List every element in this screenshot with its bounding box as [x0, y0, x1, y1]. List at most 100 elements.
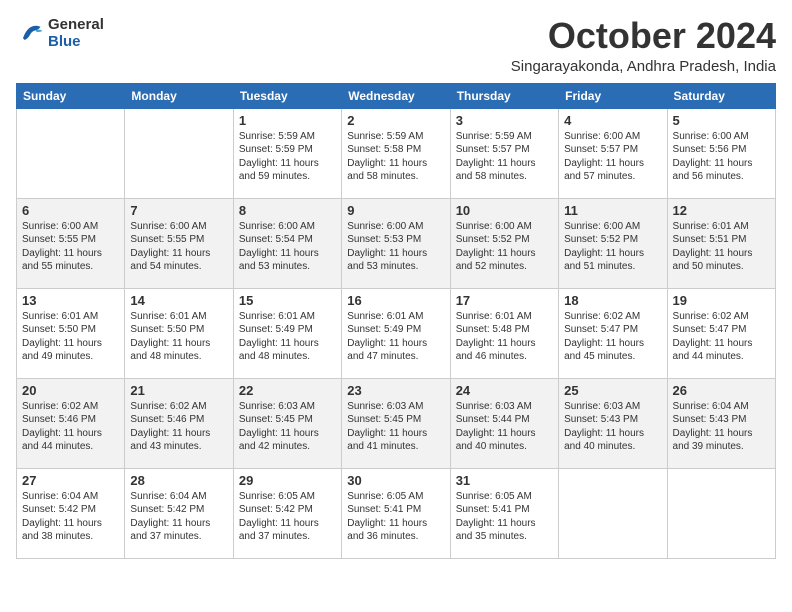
day-info: Sunrise: 6:05 AM Sunset: 5:41 PM Dayligh… — [347, 490, 444, 544]
day-number: 28 — [130, 473, 227, 488]
day-number: 18 — [564, 293, 661, 308]
calendar-table: SundayMondayTuesdayWednesdayThursdayFrid… — [16, 83, 776, 559]
calendar-cell: 29Sunrise: 6:05 AM Sunset: 5:42 PM Dayli… — [233, 468, 341, 558]
day-info: Sunrise: 6:00 AM Sunset: 5:54 PM Dayligh… — [239, 220, 336, 274]
logo-blue: Blue — [48, 33, 104, 50]
logo-general: General — [48, 16, 104, 33]
day-number: 27 — [22, 473, 119, 488]
day-number: 4 — [564, 113, 661, 128]
day-info: Sunrise: 6:01 AM Sunset: 5:50 PM Dayligh… — [130, 310, 227, 364]
calendar-cell: 20 Sunrise: 6:02 AM Sunset: 5:46 PM Dayli… — [17, 378, 125, 468]
day-number: 23 — [347, 383, 444, 398]
calendar-cell: 10 Sunrise: 6:00 AM Sunset: 5:52 PM Dayli… — [450, 198, 558, 288]
day-of-week-header: Friday — [559, 83, 667, 108]
calendar-cell: 22 Sunrise: 6:03 AM Sunset: 5:45 PM Dayli… — [233, 378, 341, 468]
day-of-week-header: Monday — [125, 83, 233, 108]
calendar-cell: 11Sunrise: 6:00 AM Sunset: 5:52 PM Dayli… — [559, 198, 667, 288]
day-info: Sunrise: 6:02 AM Sunset: 5:47 PM Dayligh… — [673, 310, 770, 364]
day-number: 24 — [456, 383, 553, 398]
day-number: 9 — [347, 203, 444, 218]
calendar-cell: 13Sunrise: 6:01 AM Sunset: 5:50 PM Dayli… — [17, 288, 125, 378]
day-number: 26 — [673, 383, 770, 398]
calendar-cell: 24Sunrise: 6:03 AM Sunset: 5:44 PM Dayli… — [450, 378, 558, 468]
calendar-week-row: 27 Sunrise: 6:04 AM Sunset: 5:42 PM Dayli… — [17, 468, 776, 558]
calendar-cell — [17, 108, 125, 198]
day-of-week-header: Thursday — [450, 83, 558, 108]
day-of-week-header: Tuesday — [233, 83, 341, 108]
calendar-cell: 15Sunrise: 6:01 AM Sunset: 5:49 PM Dayli… — [233, 288, 341, 378]
day-of-week-header: Saturday — [667, 83, 775, 108]
day-number: 19 — [673, 293, 770, 308]
day-info: Sunrise: 6:01 AM Sunset: 5:49 PM Dayligh… — [347, 310, 444, 364]
day-info: Sunrise: 6:02 AM Sunset: 5:46 PM Dayligh… — [22, 400, 119, 454]
day-info: Sunrise: 5:59 AM Sunset: 5:59 PM Dayligh… — [239, 130, 336, 184]
day-of-week-header: Sunday — [17, 83, 125, 108]
day-number: 12 — [673, 203, 770, 218]
calendar-cell: 8 Sunrise: 6:00 AM Sunset: 5:54 PM Daylig… — [233, 198, 341, 288]
day-info: Sunrise: 6:00 AM Sunset: 5:52 PM Dayligh… — [456, 220, 553, 274]
day-info: Sunrise: 6:00 AM Sunset: 5:55 PM Dayligh… — [130, 220, 227, 274]
day-number: 17 — [456, 293, 553, 308]
day-info: Sunrise: 6:03 AM Sunset: 5:45 PM Dayligh… — [239, 400, 336, 454]
calendar-cell: 2 Sunrise: 5:59 AM Sunset: 5:58 PM Daylig… — [342, 108, 450, 198]
calendar-cell: 5 Sunrise: 6:00 AM Sunset: 5:56 PM Daylig… — [667, 108, 775, 198]
day-number: 6 — [22, 203, 119, 218]
calendar-cell: 14 Sunrise: 6:01 AM Sunset: 5:50 PM Dayli… — [125, 288, 233, 378]
logo-bird-icon — [16, 19, 44, 47]
calendar-week-row: 1Sunrise: 5:59 AM Sunset: 5:59 PM Daylig… — [17, 108, 776, 198]
calendar-cell: 18 Sunrise: 6:02 AM Sunset: 5:47 PM Dayli… — [559, 288, 667, 378]
calendar-cell — [559, 468, 667, 558]
calendar-cell: 26 Sunrise: 6:04 AM Sunset: 5:43 PM Dayli… — [667, 378, 775, 468]
day-number: 20 — [22, 383, 119, 398]
day-info: Sunrise: 6:01 AM Sunset: 5:48 PM Dayligh… — [456, 310, 553, 364]
calendar-cell: 1Sunrise: 5:59 AM Sunset: 5:59 PM Daylig… — [233, 108, 341, 198]
day-number: 14 — [130, 293, 227, 308]
calendar-cell: 31Sunrise: 6:05 AM Sunset: 5:41 PM Dayli… — [450, 468, 558, 558]
day-number: 30 — [347, 473, 444, 488]
calendar-cell: 27 Sunrise: 6:04 AM Sunset: 5:42 PM Dayli… — [17, 468, 125, 558]
day-number: 22 — [239, 383, 336, 398]
logo-text: General Blue — [48, 16, 104, 50]
day-number: 5 — [673, 113, 770, 128]
day-info: Sunrise: 5:59 AM Sunset: 5:58 PM Dayligh… — [347, 130, 444, 184]
calendar-cell: 9 Sunrise: 6:00 AM Sunset: 5:53 PM Daylig… — [342, 198, 450, 288]
day-info: Sunrise: 6:00 AM Sunset: 5:56 PM Dayligh… — [673, 130, 770, 184]
day-info: Sunrise: 6:04 AM Sunset: 5:43 PM Dayligh… — [673, 400, 770, 454]
day-of-week-header: Wednesday — [342, 83, 450, 108]
day-info: Sunrise: 6:00 AM Sunset: 5:55 PM Dayligh… — [22, 220, 119, 274]
day-info: Sunrise: 6:00 AM Sunset: 5:53 PM Dayligh… — [347, 220, 444, 274]
location-text: Singarayakonda, Andhra Pradesh, India — [511, 58, 776, 75]
calendar-week-row: 6 Sunrise: 6:00 AM Sunset: 5:55 PM Daylig… — [17, 198, 776, 288]
title-block: October 2024 Singarayakonda, Andhra Prad… — [511, 16, 776, 75]
calendar-cell: 28 Sunrise: 6:04 AM Sunset: 5:42 PM Dayli… — [125, 468, 233, 558]
logo: General Blue — [16, 16, 104, 50]
calendar-cell: 21Sunrise: 6:02 AM Sunset: 5:46 PM Dayli… — [125, 378, 233, 468]
calendar-cell: 17 Sunrise: 6:01 AM Sunset: 5:48 PM Dayli… — [450, 288, 558, 378]
day-info: Sunrise: 6:04 AM Sunset: 5:42 PM Dayligh… — [130, 490, 227, 544]
day-number: 11 — [564, 203, 661, 218]
calendar-week-row: 13 Sunrise: 6:01 AM Sunset: 5:50 PM Dayli… — [17, 288, 776, 378]
month-title: October 2024 — [511, 16, 776, 56]
calendar-cell: 23 Sunrise: 6:03 AM Sunset: 5:45 PM Dayli… — [342, 378, 450, 468]
day-info: Sunrise: 6:05 AM Sunset: 5:41 PM Dayligh… — [456, 490, 553, 544]
page-header: General Blue October 2024 Singarayakonda… — [16, 16, 776, 75]
calendar-header-row: SundayMondayTuesdayWednesdayThursdayFrid… — [17, 83, 776, 108]
day-info: Sunrise: 6:02 AM Sunset: 5:47 PM Dayligh… — [564, 310, 661, 364]
day-info: Sunrise: 5:59 AM Sunset: 5:57 PM Dayligh… — [456, 130, 553, 184]
day-number: 21 — [130, 383, 227, 398]
day-number: 13 — [22, 293, 119, 308]
day-info: Sunrise: 6:04 AM Sunset: 5:42 PM Dayligh… — [22, 490, 119, 544]
day-info: Sunrise: 6:01 AM Sunset: 5:51 PM Dayligh… — [673, 220, 770, 274]
day-number: 16 — [347, 293, 444, 308]
day-number: 7 — [130, 203, 227, 218]
calendar-cell — [125, 108, 233, 198]
day-number: 8 — [239, 203, 336, 218]
day-number: 2 — [347, 113, 444, 128]
day-number: 15 — [239, 293, 336, 308]
calendar-cell: 7 Sunrise: 6:00 AM Sunset: 5:55 PM Daylig… — [125, 198, 233, 288]
day-info: Sunrise: 6:03 AM Sunset: 5:45 PM Dayligh… — [347, 400, 444, 454]
calendar-cell: 6 Sunrise: 6:00 AM Sunset: 5:55 PM Daylig… — [17, 198, 125, 288]
day-number: 25 — [564, 383, 661, 398]
day-number: 10 — [456, 203, 553, 218]
day-number: 29 — [239, 473, 336, 488]
